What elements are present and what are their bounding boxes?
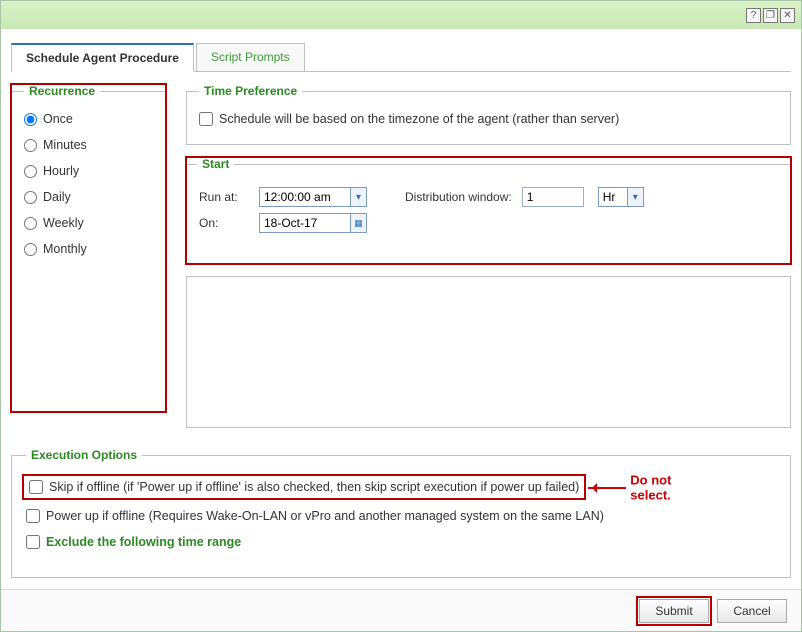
- on-label: On:: [199, 216, 249, 230]
- radio-monthly-input[interactable]: [24, 243, 37, 256]
- powerup-checkbox[interactable]: [26, 509, 40, 523]
- recurrence-group: Recurrence Once Minutes Hourly: [11, 84, 166, 412]
- content-area: Schedule Agent Procedure Script Prompts …: [1, 29, 801, 589]
- cancel-button[interactable]: Cancel: [717, 599, 787, 623]
- tabs: Schedule Agent Procedure Script Prompts: [11, 43, 791, 72]
- timezone-label: Schedule will be based on the timezone o…: [219, 112, 619, 126]
- skip-offline-checkbox[interactable]: [29, 480, 43, 494]
- radio-once-input[interactable]: [24, 113, 37, 126]
- radio-hourly[interactable]: Hourly: [24, 164, 153, 178]
- run-at-label: Run at:: [199, 190, 249, 204]
- run-at-combo[interactable]: ▾: [259, 187, 367, 207]
- radio-daily[interactable]: Daily: [24, 190, 153, 204]
- dist-unit-combo[interactable]: ▾: [598, 187, 644, 207]
- annotation-label: Do not select.: [630, 472, 690, 503]
- radio-weekly[interactable]: Weekly: [24, 216, 153, 230]
- annotation-arrow-icon: [588, 487, 626, 489]
- radio-minutes-input[interactable]: [24, 139, 37, 152]
- radio-minutes[interactable]: Minutes: [24, 138, 153, 152]
- execution-options-group: Execution Options Skip if offline (if 'P…: [11, 448, 791, 578]
- chevron-down-icon[interactable]: ▾: [350, 188, 366, 206]
- start-legend: Start: [197, 157, 234, 171]
- maximize-icon[interactable]: ❐: [763, 8, 778, 23]
- blank-panel: [186, 276, 791, 428]
- calendar-icon[interactable]: ▦: [350, 214, 366, 232]
- radio-once[interactable]: Once: [24, 112, 153, 126]
- start-group: Start Run at: ▾ Distribution window:: [186, 157, 791, 264]
- radio-daily-input[interactable]: [24, 191, 37, 204]
- close-icon[interactable]: ✕: [780, 8, 795, 23]
- radio-hourly-input[interactable]: [24, 165, 37, 178]
- chevron-down-icon[interactable]: ▾: [627, 188, 643, 206]
- execution-legend: Execution Options: [26, 448, 142, 462]
- on-date-input[interactable]: [260, 214, 350, 232]
- dist-window-input[interactable]: [522, 187, 584, 207]
- skip-offline-label: Skip if offline (if 'Power up if offline…: [49, 480, 579, 494]
- timezone-checkbox[interactable]: [199, 112, 213, 126]
- radio-weekly-input[interactable]: [24, 217, 37, 230]
- dist-window-label: Distribution window:: [405, 190, 512, 204]
- exclude-timerange-label: Exclude the following time range: [46, 535, 241, 549]
- recurrence-legend: Recurrence: [24, 84, 100, 98]
- dialog-window: ? ❐ ✕ Schedule Agent Procedure Script Pr…: [0, 0, 802, 632]
- help-icon[interactable]: ?: [746, 8, 761, 23]
- tab-prompts[interactable]: Script Prompts: [196, 43, 305, 72]
- dist-unit-input[interactable]: [599, 188, 627, 206]
- exclude-timerange-checkbox[interactable]: [26, 535, 40, 549]
- titlebar: ? ❐ ✕: [1, 1, 801, 29]
- powerup-label: Power up if offline (Requires Wake-On-LA…: [46, 509, 604, 523]
- radio-monthly[interactable]: Monthly: [24, 242, 153, 256]
- time-preference-legend: Time Preference: [199, 84, 302, 98]
- on-date-combo[interactable]: ▦: [259, 213, 367, 233]
- footer: Submit Cancel: [1, 589, 801, 631]
- run-at-input[interactable]: [260, 188, 350, 206]
- tab-schedule[interactable]: Schedule Agent Procedure: [11, 43, 194, 72]
- submit-button[interactable]: Submit: [639, 599, 709, 623]
- time-preference-group: Time Preference Schedule will be based o…: [186, 84, 791, 145]
